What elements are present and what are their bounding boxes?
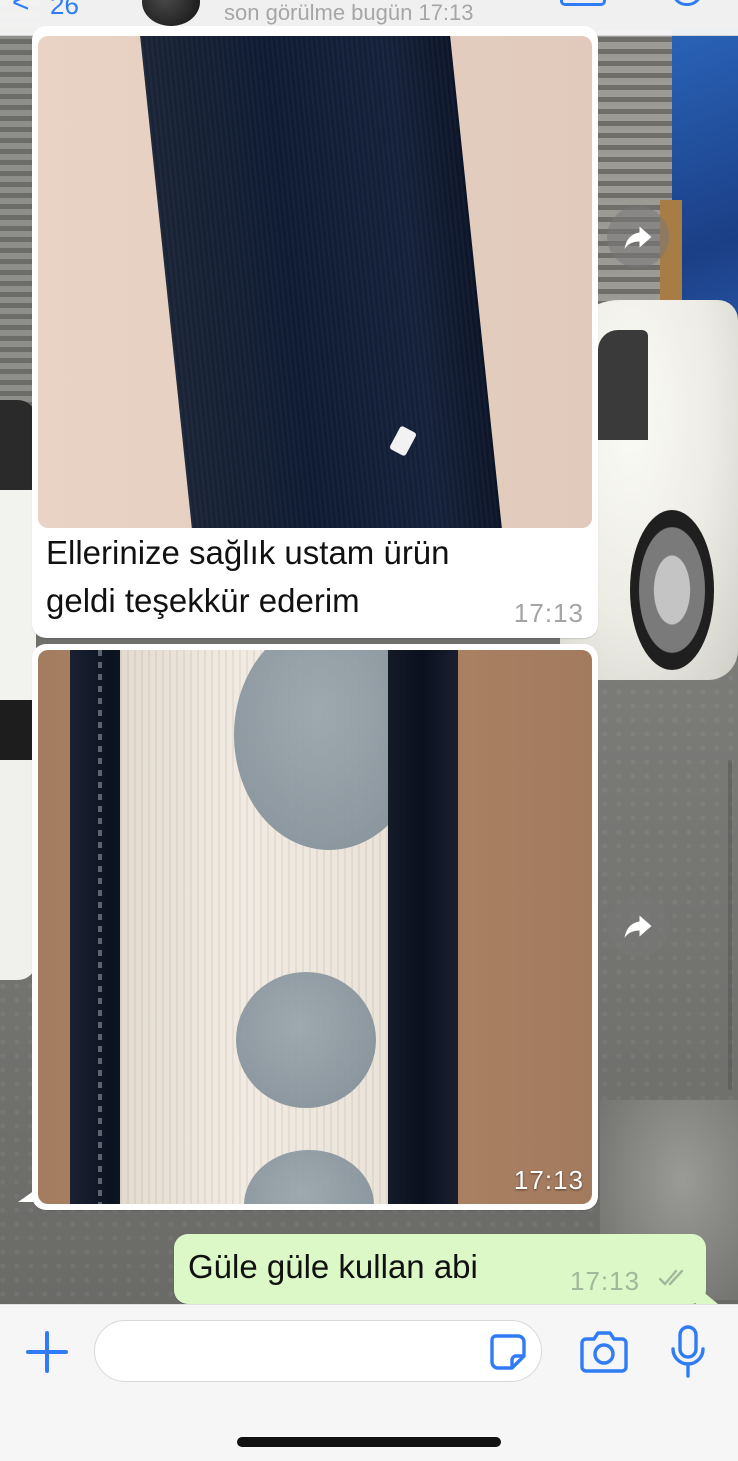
photo-dot (236, 972, 376, 1108)
sticker-icon[interactable] (488, 1332, 528, 1372)
message-input[interactable] (94, 1320, 542, 1382)
photo-fabric-texture (138, 36, 505, 528)
message-photo[interactable] (38, 36, 592, 528)
message-bubble-outgoing[interactable]: Güle güle kullan abi 17:13 (174, 1234, 718, 1304)
forward-button[interactable] (607, 206, 669, 268)
read-ticks-icon (658, 1269, 684, 1286)
message-bubble-incoming[interactable]: 17:13 (18, 644, 598, 1210)
microphone-icon[interactable] (670, 1325, 706, 1379)
message-photo[interactable] (38, 650, 592, 1204)
message-time: 17:13 (513, 598, 584, 628)
wallpaper-wheel (630, 510, 714, 670)
forward-button[interactable] (607, 895, 669, 957)
camera-icon[interactable] (578, 1331, 630, 1373)
avatar[interactable] (142, 0, 200, 26)
message-bubble-incoming[interactable]: Ellerinize sağlık ustam ürün geldi teşek… (32, 26, 598, 638)
forward-icon (624, 915, 652, 938)
photo-stitching (98, 650, 102, 1204)
wallpaper-left-car (0, 400, 36, 980)
unread-count[interactable]: 26 (50, 0, 79, 21)
plus-icon[interactable] (24, 1329, 70, 1375)
back-chevron-icon[interactable]: < (12, 0, 30, 20)
phone-call-icon[interactable] (672, 0, 702, 6)
message-text: Güle güle kullan abi (188, 1248, 478, 1285)
wallpaper-car-window (598, 330, 648, 440)
message-time: 17:13 (570, 1266, 641, 1296)
photo-edge (388, 650, 458, 1204)
message-time: 17:13 (513, 1165, 584, 1195)
message-caption: Ellerinize sağlık ustam ürün geldi teşek… (46, 534, 450, 619)
home-indicator[interactable] (237, 1437, 501, 1447)
scroll-indicator[interactable] (728, 760, 732, 1090)
forward-icon (624, 226, 652, 249)
composer-bar (0, 1304, 738, 1461)
video-call-icon[interactable] (560, 0, 606, 6)
last-seen-status: son görülme bugün 17:13 (224, 0, 474, 25)
